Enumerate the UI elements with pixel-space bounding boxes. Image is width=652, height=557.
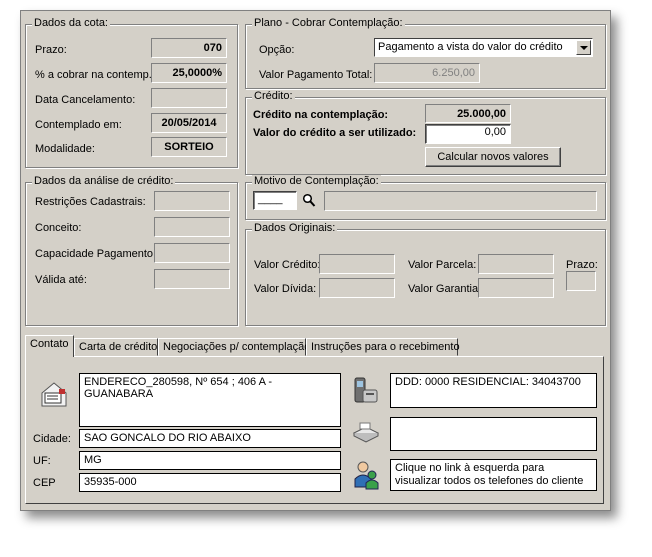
valida-value [154,269,230,289]
originais-legend: Dados Originais: [252,222,338,234]
motivo-code-input[interactable]: ____ [253,191,297,210]
cobrar-value: 25,0000% [151,63,227,83]
uf-label: UF: [33,455,51,467]
motivo-descricao [324,191,597,211]
credito-legend: Crédito: [252,90,295,102]
modalidade-value: SORTEIO [151,137,227,157]
tab-contato[interactable]: Contato [25,335,74,357]
motivo-legend: Motivo de Contemplação: [252,175,381,187]
search-icon[interactable] [302,193,316,208]
phone-icon[interactable] [351,374,379,406]
cep-field[interactable]: 35935-000 [79,473,341,492]
contemplado-label: Contemplado em: [35,119,122,131]
telefones-hint: Clique no link à esquerda para visualiza… [390,459,597,491]
valor-total-value: 6.250,00 [374,63,480,83]
restricoes-value [154,191,230,211]
valor-garantia-label: Valor Garantia: [408,283,482,295]
opcao-label: Opção: [259,44,295,56]
prazo-label: Prazo: [35,44,67,56]
prazo-original-label: Prazo: [566,259,598,271]
capacidade-value [154,243,230,263]
plano-legend: Plano - Cobrar Contemplação: [252,17,405,29]
valida-label: Válida até: [35,274,87,286]
valor-utilizado-label: Valor do crédito a ser utilizado: [253,127,417,139]
valor-parcela-label: Valor Parcela: [408,259,477,271]
analise-legend: Dados da análise de crédito: [32,175,176,187]
cep-label: CEP [33,477,56,489]
contemplacao-window: Dados da cota: Prazo: 070 % a cobrar na … [20,10,611,511]
prazo-original-value [566,271,596,291]
fax-icon[interactable] [352,421,380,443]
prazo-value: 070 [151,38,227,58]
dados-cota-legend: Dados da cota: [32,17,110,29]
valor-credito-value [319,254,395,274]
endereco-field[interactable]: ENDERECO_280598, Nº 654 ; 406 A - GUANAB… [79,373,341,427]
modalidade-label: Modalidade: [35,143,95,155]
cidade-field[interactable]: SAO GONCALO DO RIO ABAIXO [79,429,341,448]
restricoes-label: Restrições Cadastrais: [35,196,146,208]
cancelamento-value [151,88,227,108]
user-contact-icon[interactable] [352,459,380,491]
valor-credito-label: Valor Crédito: [254,259,321,271]
valor-garantia-value [478,278,554,298]
tab-negociacoes[interactable]: Negociações p/ contemplação [158,338,310,356]
valor-total-label: Valor Pagamento Total: [259,69,373,81]
address-card-icon[interactable] [39,379,69,409]
tab-instrucoes[interactable]: Instruções para o recebimento [306,338,460,356]
fax-field[interactable] [390,417,597,451]
calcular-button[interactable]: Calcular novos valores [425,147,561,167]
valor-parcela-value [478,254,554,274]
cancelamento-label: Data Cancelamento: [35,94,136,106]
valor-divida-value [319,278,395,298]
capacidade-label: Capacidade Pagamento: [35,248,157,260]
tab-carta-credito[interactable]: Carta de crédito [74,338,158,356]
opcao-select[interactable]: Pagamento a vista do valor do crédito [374,38,593,57]
conceito-label: Conceito: [35,222,82,234]
contemplado-value: 20/05/2014 [151,113,227,133]
conceito-value [154,217,230,237]
telefone-field[interactable]: DDD: 0000 RESIDENCIAL: 34043700 [390,373,597,408]
uf-field[interactable]: MG [79,451,341,470]
credito-contemplacao-label: Crédito na contemplação: [253,109,389,121]
cobrar-label: % a cobrar na contemp. [35,69,152,81]
valor-utilizado-input[interactable]: 0,00 [425,124,511,144]
credito-contemplacao-value: 25.000,00 [425,104,511,123]
cidade-label: Cidade: [33,433,71,445]
valor-divida-label: Valor Dívida: [254,283,317,295]
chevron-down-icon[interactable] [576,40,591,55]
opcao-value: Pagamento a vista do valor do crédito [378,41,563,53]
